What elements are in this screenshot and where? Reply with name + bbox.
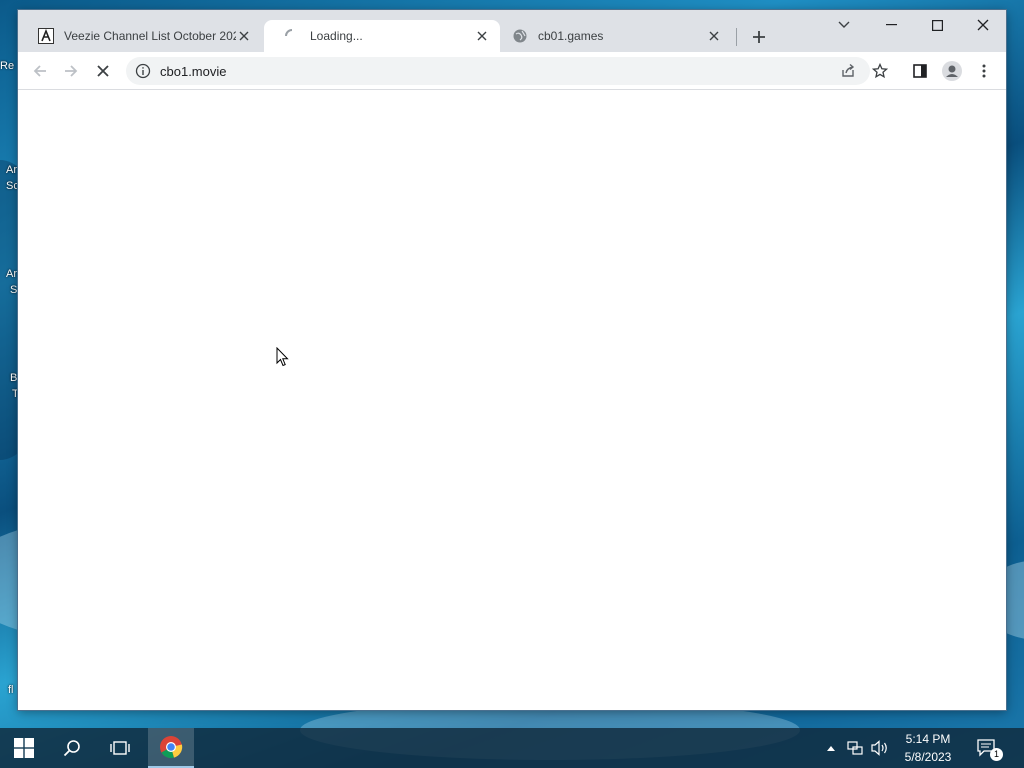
desktop-icon-label[interactable]: Sc (6, 180, 19, 192)
close-tab-icon[interactable] (474, 28, 490, 44)
browser-window: Veezie Channel List October 2021 Loading… (18, 10, 1006, 710)
clock[interactable]: 5:14 PM 5/8/2023 (894, 728, 962, 768)
network-button[interactable] (844, 728, 866, 768)
clock-date: 5/8/2023 (904, 750, 952, 764)
clock-time: 5:14 PM (905, 732, 951, 746)
arrow-left-icon (33, 65, 46, 77)
maximize-button[interactable] (914, 10, 960, 40)
arrow-right-icon (65, 65, 78, 77)
address-url: cbo1.movie (160, 63, 227, 79)
share-icon (842, 63, 855, 77)
taskbar-chrome-button[interactable] (148, 728, 194, 768)
task-view-button[interactable] (96, 728, 144, 768)
chrome-icon (160, 736, 183, 759)
close-tab-icon[interactable] (706, 28, 722, 44)
desktop-icon-label[interactable]: B (10, 372, 17, 384)
profile-button[interactable] (939, 58, 965, 84)
tab-separator (736, 28, 737, 46)
tab-strip: Veezie Channel List October 2021 Loading… (18, 10, 1006, 52)
tab-cb01-games[interactable]: cb01.games (492, 20, 732, 52)
new-tab-button[interactable] (748, 26, 770, 48)
page-content[interactable] (18, 90, 1006, 710)
tab-veezie[interactable]: Veezie Channel List October 2021 (18, 20, 262, 52)
info-icon[interactable] (135, 63, 151, 79)
menu-button[interactable] (971, 58, 997, 84)
minimize-icon (885, 24, 897, 26)
star-icon (872, 63, 888, 79)
desktop-icon-label[interactable]: Ar (6, 268, 17, 280)
tab-title: cb01.games (538, 29, 604, 43)
tab-search-button[interactable] (822, 10, 866, 40)
forward-button[interactable] (58, 58, 84, 84)
search-icon (63, 740, 80, 757)
back-button[interactable] (27, 58, 53, 84)
desktop-icon-label[interactable]: Re (0, 60, 14, 72)
chevron-up-icon (827, 745, 835, 751)
network-icon (847, 741, 863, 755)
address-bar[interactable]: cbo1.movie (126, 57, 870, 85)
more-vert-icon (982, 64, 986, 78)
close-tab-icon[interactable] (236, 28, 252, 44)
globe-icon (512, 28, 528, 44)
mouse-cursor-icon (276, 347, 289, 367)
notification-count-badge: 1 (990, 748, 1003, 761)
desktop-icon-label[interactable]: fl (8, 684, 14, 696)
side-panel-icon (913, 64, 927, 78)
task-view-icon (110, 741, 130, 755)
speaker-icon (871, 740, 887, 756)
windows-logo-icon (14, 738, 34, 758)
tab-loading[interactable]: Loading... (264, 20, 500, 52)
chevron-down-icon (838, 21, 850, 28)
share-button[interactable] (835, 58, 861, 84)
start-button[interactable] (0, 728, 48, 768)
stop-icon (97, 65, 109, 77)
taskbar: 5:14 PM 5/8/2023 1 (0, 728, 1024, 768)
maximize-icon (931, 19, 943, 31)
close-window-button[interactable] (960, 10, 1006, 40)
side-panel-button[interactable] (907, 58, 933, 84)
plus-icon (753, 31, 765, 43)
veezie-logo-icon (38, 28, 54, 44)
desktop-icon-label[interactable]: S (10, 284, 17, 296)
bookmark-button[interactable] (867, 58, 893, 84)
minimize-button[interactable] (868, 10, 914, 40)
volume-button[interactable] (868, 728, 892, 768)
tab-title: Loading... (310, 29, 363, 43)
tab-title: Veezie Channel List October 2021 (64, 29, 236, 43)
show-hidden-icons-button[interactable] (822, 728, 840, 768)
action-center-button[interactable]: 1 (970, 728, 1004, 768)
search-button[interactable] (48, 728, 96, 768)
desktop-icon-label[interactable]: Ar (6, 164, 17, 176)
avatar-icon (942, 61, 962, 81)
loading-spinner-icon (284, 28, 300, 44)
close-icon (977, 19, 989, 31)
browser-toolbar: cbo1.movie (18, 52, 1006, 90)
stop-loading-button[interactable] (90, 58, 116, 84)
